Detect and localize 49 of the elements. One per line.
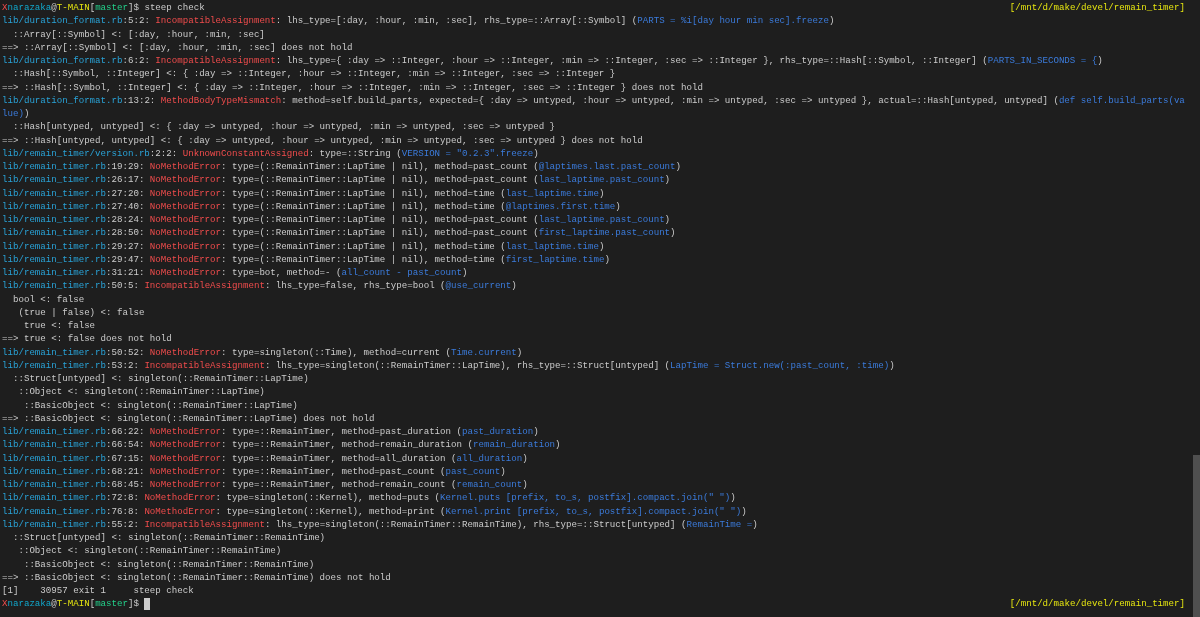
output-line: lib/duration_format.rb:13:2: MethodBodyTypeMismatch: method=self.build_parts, expected={ :day => untyped, :hour => untyped, :min => untyped, :sec => untyped }, actual=::Hash[untyped, untyped] (def self.build_parts(va <box>2 94 1185 106</box>
output-line: lib/remain_timer.rb:66:54: NoMethodError: type=::RemainTimer, method=remain_duration (remain_duration) <box>2 439 561 451</box>
output-line: ::Hash[untyped, untyped] <: { :day => untyped, :hour => untyped, :min => untyped, :sec => untyped } <box>11 121 556 133</box>
output-line: lib/remain_timer.rb:55:2: IncompatibleAssignment: lhs_type=singleton(::RemainTimer::RemainTime), rhs_type=::Struct[untyped] (RemainTime =) <box>2 518 758 530</box>
output-line: lib/remain_timer.rb:68:45: NoMethodError: type=::RemainTimer, method=remain_count (remain_count) <box>2 479 528 490</box>
output-line: lib/remain_timer.rb:76:8: NoMethodError: type=singleton(::Kernel), method=print (Kernel.print [prefix, to_s, postfix].compact.join(" ")) <box>2 505 747 517</box>
output-line: lib/duration_format.rb:6:2: IncompatibleAssignment: lhs_type={ :day => ::Integer, :hour => ::Integer, :min => ::Integer, :sec => ::Integer }, rhs_type=::Hash[::Symbol, ::Integer] (PARTS_IN_SECONDS = {) <box>2 55 1103 66</box>
output-line: lib/remain_timer.rb:27:20: NoMethodError: type=(::RemainTimer::LapTime | nil), method=time (last_laptime.time) <box>2 187 605 199</box>
working-directory: [/mnt/d/make/devel/remain_timer] <box>1009 597 1186 611</box>
output-line: ==> ::BasicObject <: singleton(::RemainTimer::RemainTime) does not hold <box>2 571 391 583</box>
output-line: ::Struct[untyped] <: singleton(::RemainTimer::LapTime) <box>11 373 309 384</box>
output-line: lib/remain_timer.rb:68:21: NoMethodError: type=::RemainTimer, method=past_count (past_count) <box>2 465 506 477</box>
output-line: lib/remain_timer.rb:27:40: NoMethodError: type=(::RemainTimer::LapTime | nil), method=time (@laptimes.first.time) <box>2 200 621 212</box>
output-line: ::BasicObject <: singleton(::RemainTimer::RemainTime) <box>22 558 315 570</box>
output-line: bool <: false <box>11 293 85 305</box>
output-line: ==> ::Hash[::Symbol, ::Integer] <: { :day => ::Integer, :hour => ::Integer, :min => ::Integer, :sec => ::Integer } does not hold <box>2 81 703 93</box>
output-line: ::Array[::Symbol] <: [:day, :hour, :min, :sec] <box>11 28 265 40</box>
output-line: lib/remain_timer.rb:28:24: NoMethodError: type=(::RemainTimer::LapTime | nil), method=past_count (last_laptime.past_count) <box>2 214 671 225</box>
output-line: (true | false) <: false <box>17 306 145 318</box>
output-line: ==> true <: false does not hold <box>2 333 172 345</box>
output-line: ::Object <: singleton(::RemainTimer::LapTime) <box>17 386 265 398</box>
output-line: ==> ::Hash[untyped, untyped] <: { :day => untyped, :hour => untyped, :min => untyped, :sec => untyped } does not hold <box>2 134 643 146</box>
output-line: lib/remain_timer.rb:28:50: NoMethodError: type=(::RemainTimer::LapTime | nil), method=past_count (first_laptime.past_count) <box>2 227 676 239</box>
output-line: ==> ::Array[::Symbol] <: [:day, :hour, :min, :sec] does not hold <box>2 41 353 53</box>
output-line: lib/remain_timer.rb:53:2: IncompatibleAssignment: lhs_type=singleton(::RemainTimer::LapTime), rhs_type=::Struct[untyped] (LapTime = Struct.new(:past_count, :time)) <box>2 359 895 371</box>
output-line: ::BasicObject <: singleton(::RemainTimer::LapTime) <box>22 399 298 411</box>
output-line: lue)) <box>2 108 30 119</box>
output-line: lib/remain_timer.rb:66:22: NoMethodError: type=::RemainTimer, method=past_duration (past_duration) <box>2 426 539 437</box>
output-line: lib/remain_timer.rb:29:27: NoMethodError: type=(::RemainTimer::LapTime | nil), method=time (last_laptime.time) <box>2 240 605 252</box>
output-line: lib/remain_timer.rb:31:21: NoMethodError: type=bot, method=- (all_count - past_count) <box>2 267 468 278</box>
output-line: lib/duration_format.rb:5:2: IncompatibleAssignment: lhs_type=[:day, :hour, :min, :sec], rhs_type=::Array[::Symbol] (PARTS = %i[day hour min sec].freeze) <box>2 15 835 27</box>
output-line: lib/remain_timer.rb:19:29: NoMethodError: type=(::RemainTimer::LapTime | nil), method=past_count (@laptimes.last.past_count) <box>2 161 682 172</box>
prompt-line: Xnarazaka@T-MAIN[master]$ <box>2 597 140 611</box>
output-line: ==> ::BasicObject <: singleton(::RemainTimer::LapTime) does not hold <box>2 412 375 424</box>
output-line: ::Object <: singleton(::RemainTimer::RemainTime) <box>17 545 282 557</box>
output-line: lib/remain_timer.rb:72:8: NoMethodError: type=singleton(::Kernel), method=puts (Kernel.puts [prefix, to_s, postfix].compact.join(" ")) <box>2 492 736 504</box>
scrollbar-thumb[interactable] <box>1193 455 1200 617</box>
output-line: lib/remain_timer/version.rb:2:2: UnknownConstantAssigned: type=::String (VERSION = "0.2.3".freeze) <box>2 147 539 159</box>
output-line: true <: false <box>22 320 96 331</box>
output-line: ::Hash[::Symbol, ::Integer] <: { :day => ::Integer, :hour => ::Integer, :min => ::Integer, :sec => ::Integer } <box>11 68 616 80</box>
output-line: lib/remain_timer.rb:67:15: NoMethodError: type=::RemainTimer, method=all_duration (all_duration) <box>2 452 528 464</box>
output-line: [1] 30957 exit 1 steep check <box>2 585 194 596</box>
prompt-line: Xnarazaka@T-MAIN[master]$ steep check <box>2 1 205 15</box>
output-line: lib/remain_timer.rb:50:5: IncompatibleAssignment: lhs_type=false, rhs_type=bool (@use_current) <box>2 280 517 292</box>
working-directory: [/mnt/d/make/devel/remain_timer] <box>1009 1 1186 15</box>
output-line: lib/remain_timer.rb:29:47: NoMethodError: type=(::RemainTimer::LapTime | nil), method=time (first_laptime.time) <box>2 253 610 265</box>
output-line: lib/remain_timer.rb:50:52: NoMethodError: type=singleton(::Time), method=current (Time.current) <box>2 346 523 358</box>
output-line: ::Struct[untyped] <: singleton(::RemainTimer::RemainTime) <box>11 532 326 543</box>
output-line: lib/remain_timer.rb:26:17: NoMethodError: type=(::RemainTimer::LapTime | nil), method=past_count (last_laptime.past_count) <box>2 174 671 186</box>
